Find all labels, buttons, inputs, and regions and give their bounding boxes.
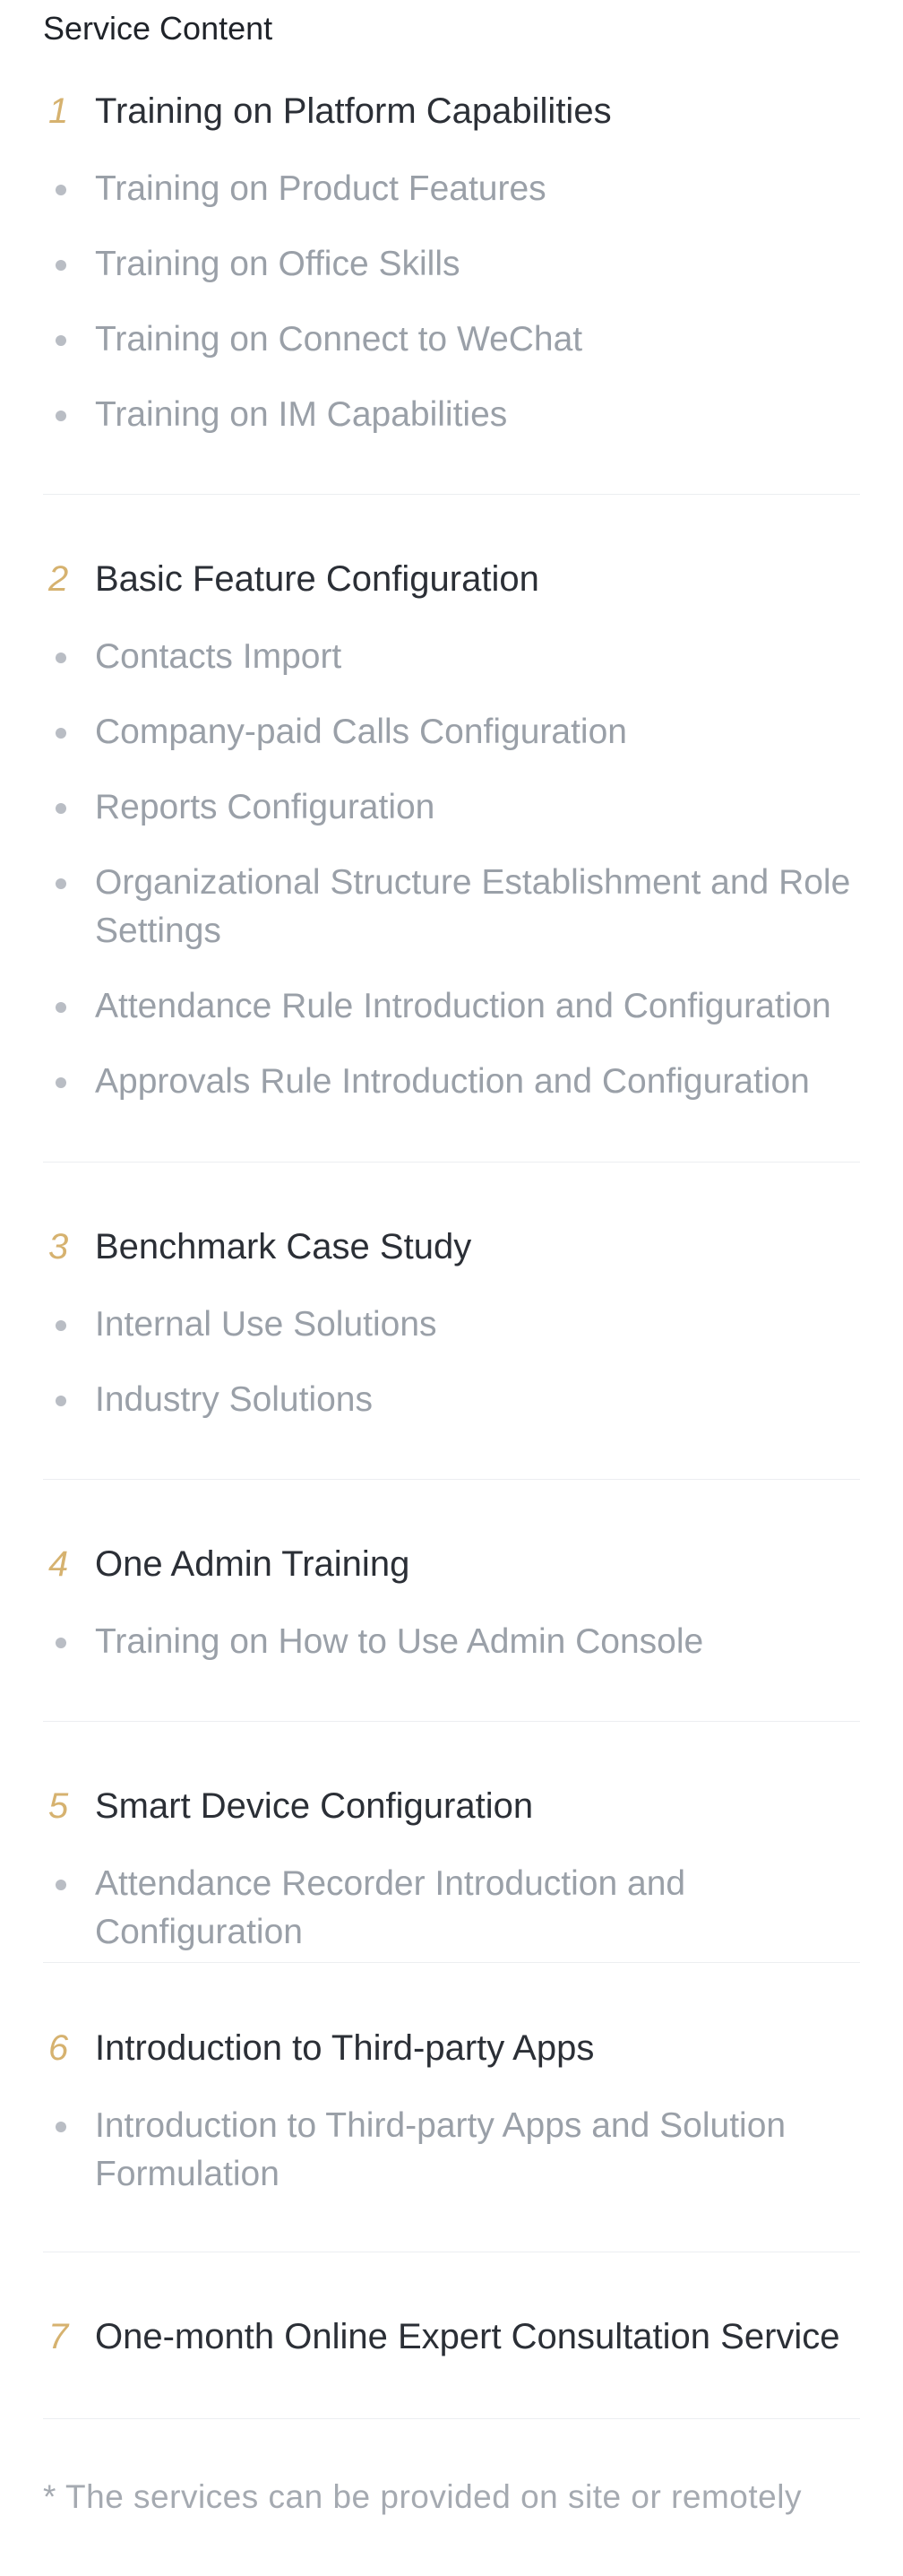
section-number: 2 xyxy=(48,559,69,599)
list-item-label: Reports Configuration xyxy=(95,788,435,826)
section-header: 7 One-month Online Expert Consultation S… xyxy=(43,2310,860,2364)
section-header: 6 Introduction to Third-party Apps xyxy=(43,2021,860,2075)
bullet-icon xyxy=(56,1077,66,1088)
bullet-icon xyxy=(56,653,66,663)
section-title: Benchmark Case Study xyxy=(95,1227,472,1266)
section-title: Training on Platform Capabilities xyxy=(95,91,612,131)
footnote: * The services can be provided on site o… xyxy=(43,2478,802,2515)
bullet-icon xyxy=(56,1396,66,1406)
section-3: 3 Benchmark Case Study Internal Use Solu… xyxy=(43,1220,860,1424)
list-item-label: Training on IM Capabilities xyxy=(95,395,508,434)
section-number: 1 xyxy=(48,91,69,131)
list-item-label: Organizational Structure Establishment a… xyxy=(95,863,851,950)
list-item: Reports Configuration xyxy=(43,783,860,832)
section-number: 6 xyxy=(48,2028,69,2068)
bullet-icon xyxy=(56,1880,66,1890)
list-item: Attendance Recorder Introduction and Con… xyxy=(43,1860,760,1957)
list-item: Organizational Structure Establishment a… xyxy=(43,859,860,955)
section-divider xyxy=(43,1962,860,1963)
bullet-icon xyxy=(56,2122,66,2132)
list-item-label: Internal Use Solutions xyxy=(95,1305,437,1344)
section-header: 5 Smart Device Configuration xyxy=(43,1779,860,1833)
section-title: Basic Feature Configuration xyxy=(95,559,539,599)
section-2: 2 Basic Feature Configuration Contacts I… xyxy=(43,552,860,1106)
section-title: One-month Online Expert Consultation Ser… xyxy=(95,2317,840,2356)
list-item-label: Training on How to Use Admin Console xyxy=(95,1622,704,1661)
section-divider xyxy=(43,1721,860,1722)
section-1: 1 Training on Platform Capabilities Trai… xyxy=(43,84,860,439)
section-number: 4 xyxy=(48,1544,69,1584)
bullet-icon xyxy=(56,335,66,346)
list-item: Introduction to Third-party Apps and Sol… xyxy=(43,2102,831,2199)
bullet-icon xyxy=(56,878,66,889)
section-header: 3 Benchmark Case Study xyxy=(43,1220,860,1274)
list-item: Contacts Import xyxy=(43,633,860,681)
section-header: 2 Basic Feature Configuration xyxy=(43,552,860,606)
bullet-icon xyxy=(56,1320,66,1331)
section-title: Smart Device Configuration xyxy=(95,1786,534,1826)
list-item: Training on IM Capabilities xyxy=(43,391,860,439)
list-item-label: Company-paid Calls Configuration xyxy=(95,713,627,751)
list-item-label: Attendance Rule Introduction and Configu… xyxy=(95,987,831,1025)
list-item: Training on Connect to WeChat xyxy=(43,316,860,364)
bullet-icon xyxy=(56,185,66,195)
section-header: 4 One Admin Training xyxy=(43,1537,860,1591)
section-number: 7 xyxy=(48,2317,69,2356)
section-5: 5 Smart Device Configuration Attendance … xyxy=(43,1779,860,1957)
bullet-icon xyxy=(56,1002,66,1013)
section-title: Introduction to Third-party Apps xyxy=(95,2028,595,2068)
list-item: Approvals Rule Introduction and Configur… xyxy=(43,1058,860,1106)
list-item-label: Training on Product Features xyxy=(95,169,546,208)
list-item-label: Training on Office Skills xyxy=(95,245,460,283)
list-item-label: Approvals Rule Introduction and Configur… xyxy=(95,1062,810,1101)
list-item: Internal Use Solutions xyxy=(43,1301,860,1349)
section-divider xyxy=(43,2418,860,2419)
bullet-icon xyxy=(56,411,66,421)
list-item-label: Industry Solutions xyxy=(95,1380,374,1419)
list-item: Industry Solutions xyxy=(43,1376,860,1424)
service-content-page: Service Content 1 Training on Platform C… xyxy=(0,0,903,2576)
bullet-icon xyxy=(56,260,66,271)
list-item: Company-paid Calls Configuration xyxy=(43,708,860,756)
section-title: One Admin Training xyxy=(95,1544,410,1584)
section-7: 7 One-month Online Expert Consultation S… xyxy=(43,2310,860,2364)
list-item: Training on Product Features xyxy=(43,165,860,213)
section-header: 1 Training on Platform Capabilities xyxy=(43,84,860,138)
section-6: 6 Introduction to Third-party Apps Intro… xyxy=(43,2021,860,2199)
section-divider xyxy=(43,1479,860,1480)
section-divider xyxy=(43,1162,860,1163)
list-item-label: Introduction to Third-party Apps and Sol… xyxy=(95,2106,787,2193)
list-item: Attendance Rule Introduction and Configu… xyxy=(43,982,860,1031)
section-number: 5 xyxy=(48,1786,69,1826)
list-item: Training on How to Use Admin Console xyxy=(43,1618,860,1666)
list-item: Training on Office Skills xyxy=(43,240,860,289)
list-item-label: Contacts Import xyxy=(95,637,342,676)
bullet-icon xyxy=(56,803,66,814)
bullet-icon xyxy=(56,728,66,739)
page-title: Service Content xyxy=(43,10,273,47)
list-item-label: Training on Connect to WeChat xyxy=(95,320,583,359)
section-number: 3 xyxy=(48,1227,69,1266)
section-4: 4 One Admin Training Training on How to … xyxy=(43,1537,860,1666)
section-divider xyxy=(43,494,860,495)
bullet-icon xyxy=(56,1638,66,1648)
list-item-label: Attendance Recorder Introduction and Con… xyxy=(95,1864,686,1951)
